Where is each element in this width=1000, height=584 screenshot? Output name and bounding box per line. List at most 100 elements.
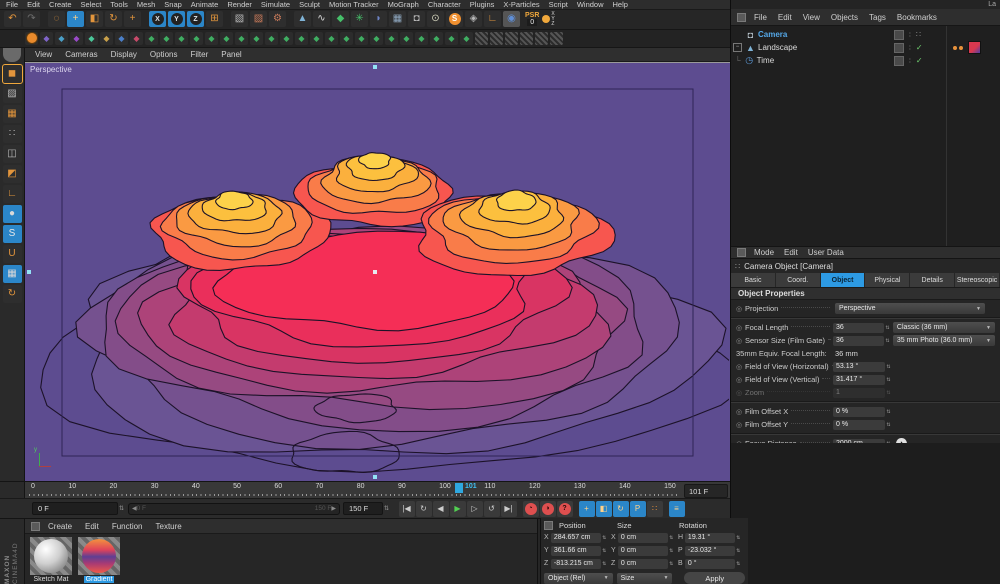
move-icon[interactable]: + <box>67 11 84 27</box>
keyframe-options-button[interactable]: ? <box>557 501 573 517</box>
material-sketch-mat[interactable]: Sketch Mat <box>28 537 74 583</box>
mat-menu-create[interactable]: Create <box>48 522 72 531</box>
undo-icon[interactable]: ↶ <box>4 11 21 27</box>
range-end-stepper[interactable]: ⇅ <box>383 505 390 512</box>
current-frame-field[interactable]: 101 F <box>684 484 728 498</box>
pos-y-field[interactable]: 361.66 cm <box>551 546 601 556</box>
keyframe-circle-icon[interactable]: ◎ <box>736 337 745 345</box>
redo-icon[interactable]: ↷ <box>23 11 40 27</box>
attr-dropdown-projection[interactable]: Perspective▼ <box>835 303 985 314</box>
rail-corner-icon[interactable] <box>3 48 21 62</box>
rot-h-field[interactable]: 19.31 ° <box>685 533 735 543</box>
panel-icon[interactable] <box>737 248 746 257</box>
camera-handle-bottom[interactable] <box>373 475 377 479</box>
om-menu-view[interactable]: View <box>803 13 820 22</box>
menu-script[interactable]: Script <box>549 0 568 9</box>
stepper-icon[interactable]: ⇅ <box>602 548 608 554</box>
apply-button[interactable]: Apply <box>684 572 745 584</box>
key-scale-toggle[interactable]: ◧ <box>596 501 612 517</box>
size-z-field[interactable]: 0 cm <box>618 559 668 569</box>
stepper-icon[interactable]: ⇅ <box>669 561 675 567</box>
secondary-toolbar-icon[interactable]: ◆ <box>190 32 203 45</box>
expand-toggle-icon[interactable]: − <box>733 43 742 52</box>
protection-tag-icon[interactable]: ◈ <box>465 11 482 27</box>
object-manager-tree[interactable]: ◘Camera∶∷−▲Landscape∶✓└◷Time∶✓ <box>731 26 1000 246</box>
keyframe-circle-icon[interactable]: ◎ <box>736 389 745 397</box>
goto-end-button[interactable]: ▶| <box>501 501 517 517</box>
secondary-toolbar-icon[interactable]: ◆ <box>40 32 53 45</box>
camera-object-icon[interactable]: ◘ <box>408 11 425 27</box>
sketch-toon-icon[interactable]: S <box>446 11 463 27</box>
panel-icon[interactable] <box>737 13 746 22</box>
menu-window[interactable]: Window <box>577 0 604 9</box>
x-axis-lock-icon[interactable]: X <box>149 11 166 27</box>
secondary-toolbar-icon[interactable]: ◆ <box>55 32 68 45</box>
attr-field-zoom[interactable]: 1 <box>833 388 885 398</box>
stepper-icon[interactable]: ⇅ <box>884 338 891 344</box>
layer-toggle-icon[interactable] <box>894 43 904 53</box>
subdivision-surface-icon[interactable]: ◆ <box>332 11 349 27</box>
coord-size-dropdown[interactable]: Size▼ <box>617 573 673 584</box>
camera-handle-left[interactable] <box>27 270 31 274</box>
mat-menu-texture[interactable]: Texture <box>156 522 182 531</box>
stepper-icon[interactable]: ⇅ <box>602 561 608 567</box>
secondary-toolbar-icon[interactable] <box>550 32 563 45</box>
secondary-toolbar-icon[interactable]: ◆ <box>295 32 308 45</box>
menu-render[interactable]: Render <box>227 0 252 9</box>
range-end-field[interactable]: 150 F <box>343 502 383 515</box>
edge-mode-icon[interactable]: ◫ <box>3 145 22 163</box>
secondary-toolbar-icon[interactable]: ◆ <box>115 32 128 45</box>
pos-z-field[interactable]: -813.215 cm <box>551 559 601 569</box>
menu-plugins[interactable]: Plugins <box>470 0 495 9</box>
autokeying-button[interactable]: ◑ <box>540 501 556 517</box>
material-thumbnail[interactable] <box>78 537 120 575</box>
keyframe-circle-icon[interactable]: ◎ <box>736 421 745 429</box>
record-keyframe-button[interactable]: ◔ <box>523 501 539 517</box>
secondary-toolbar-icon[interactable]: ◆ <box>340 32 353 45</box>
viewport-menu-panel[interactable]: Panel <box>221 50 241 59</box>
play-forward-button[interactable]: ▶ <box>450 501 466 517</box>
volume-icon[interactable]: ◗ <box>370 11 387 27</box>
tab-details[interactable]: Details <box>910 273 955 287</box>
secondary-toolbar-icon[interactable] <box>535 32 548 45</box>
menu-mesh[interactable]: Mesh <box>137 0 155 9</box>
keyframe-circle-icon[interactable]: ◎ <box>736 408 745 416</box>
panel-icon[interactable] <box>31 522 40 531</box>
secondary-toolbar-icon[interactable]: ◆ <box>430 32 443 45</box>
secondary-toolbar-icon[interactable]: ◆ <box>265 32 278 45</box>
object-row-landscape[interactable]: −▲Landscape∶✓ <box>731 41 1000 54</box>
snap-icon[interactable]: S <box>3 225 22 243</box>
psr-widget[interactable]: PSR 0 <box>525 12 539 26</box>
light-object-icon[interactable]: ⊙ <box>427 11 444 27</box>
axis-modify-icon[interactable]: ∟ <box>484 11 501 27</box>
xyz-lock-widget[interactable]: X Y Z <box>542 12 554 27</box>
range-start-stepper[interactable]: ⇅ <box>118 505 125 512</box>
floor-icon[interactable]: ▦ <box>389 11 406 27</box>
stepper-icon[interactable]: ⇅ <box>885 390 892 396</box>
camera-handle-center[interactable] <box>373 270 377 274</box>
viewport[interactable]: Perspective y <box>25 62 730 481</box>
secondary-toolbar-icon[interactable] <box>475 32 488 45</box>
menu-motion-tracker[interactable]: Motion Tracker <box>329 0 379 9</box>
section-header[interactable]: Object Properties <box>731 287 1000 300</box>
secondary-toolbar-icon[interactable]: ◆ <box>220 32 233 45</box>
attr-menu-edit[interactable]: Edit <box>784 248 798 257</box>
visibility-dots-icon[interactable]: ∶ <box>909 44 911 52</box>
attr-field-sensor-size-film-gate[interactable]: 36 <box>833 336 884 346</box>
menu-tools[interactable]: Tools <box>110 0 128 9</box>
layer-toggle-icon[interactable] <box>894 56 904 66</box>
viewport-menu-display[interactable]: Display <box>111 50 137 59</box>
attr-field-field-of-view-horizontal[interactable]: 53.13 ° <box>833 362 885 372</box>
secondary-toolbar-icon[interactable] <box>520 32 533 45</box>
point-mode-icon[interactable]: ∷ <box>3 125 22 143</box>
material-tag-icon[interactable] <box>968 41 981 54</box>
stepper-icon[interactable]: ⇅ <box>885 377 892 383</box>
rot-b-field[interactable]: 0 ° <box>685 559 735 569</box>
play-reverse-button[interactable]: ↺ <box>484 501 500 517</box>
tab-physical[interactable]: Physical <box>865 273 910 287</box>
attr-field-film-offset-y[interactable]: 0 % <box>833 420 885 430</box>
model-mode-icon[interactable]: ◼ <box>3 65 22 83</box>
play-loop-button[interactable]: ↻ <box>416 501 432 517</box>
workplane-rotate-icon[interactable]: ↻ <box>3 285 22 303</box>
attr-field-film-offset-x[interactable]: 0 % <box>833 407 885 417</box>
